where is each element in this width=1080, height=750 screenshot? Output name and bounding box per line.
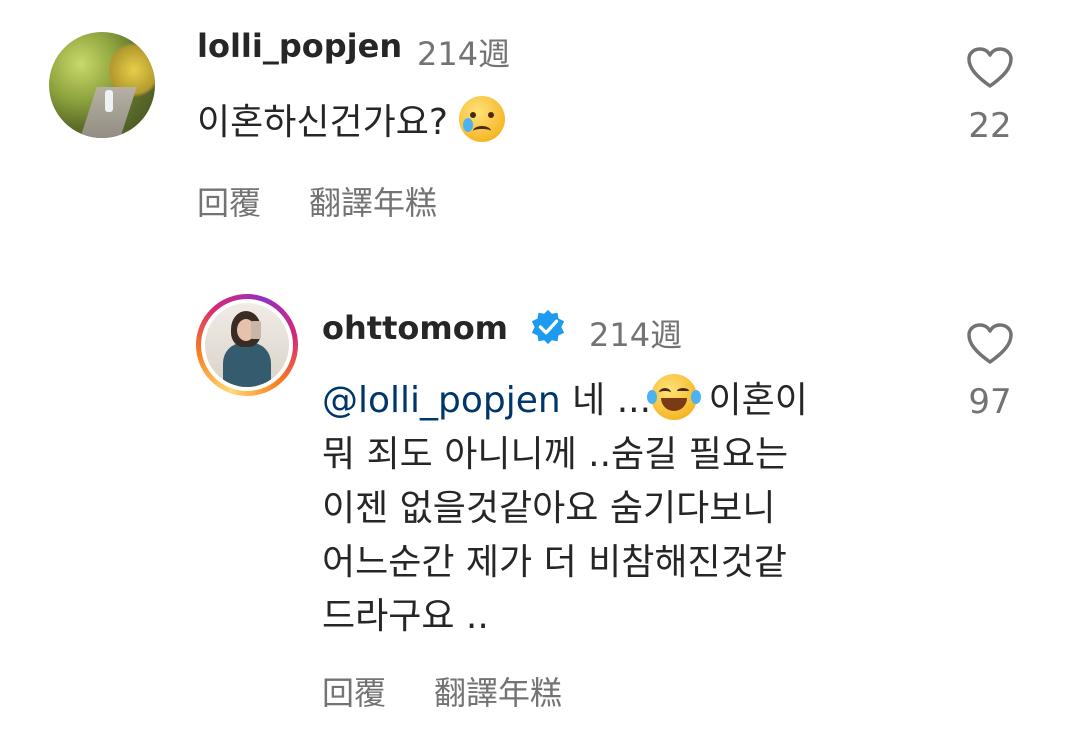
comment-line-4: 어느순간 제가 더 비참해진것같 [322, 542, 787, 583]
comment-item: lolli_popjen 214週 이혼하신건가요? 回覆 翻譯年糕 22 [0, 0, 1080, 260]
comment-text-body: 이혼하신건가요? [197, 102, 448, 143]
verified-badge-icon [532, 309, 565, 345]
username[interactable]: lolli_popjen [197, 27, 402, 65]
mention-link[interactable]: @lolli_popjen [322, 380, 561, 421]
comment-text: 이혼하신건가요? [197, 96, 506, 150]
crying-face-icon [459, 96, 506, 142]
reply-button[interactable]: 回覆 [322, 674, 386, 712]
translate-button[interactable]: 翻譯年糕 [434, 674, 562, 712]
avatar[interactable] [49, 32, 155, 138]
comment-line-1: @lolli_popjen 네 ... 이혼이 [322, 374, 922, 428]
comment-line-5: 드라구요 .. [322, 596, 489, 637]
reply-button[interactable]: 回覆 [197, 184, 261, 222]
timestamp: 214週 [417, 35, 511, 73]
avatar[interactable] [205, 303, 289, 387]
like-count: 22 [968, 106, 1012, 146]
like-heart-icon[interactable] [966, 46, 1014, 90]
comment-text-part: 이혼이 [697, 380, 808, 421]
reply-comment-item: ohttomom 214週 @lolli_popjen 네 ... 이혼이 뭐 … [0, 270, 1080, 740]
like-count: 97 [968, 382, 1012, 422]
comment-line-3: 이젠 없을것같아요 숨기다보니 [322, 488, 776, 529]
comment-text: @lolli_popjen 네 ... 이혼이 뭐 죄도 아니니께 ..숨길 필… [322, 374, 922, 644]
timestamp: 214週 [589, 316, 683, 354]
comment-actions: 回覆 翻譯年糕 [322, 668, 610, 714]
comment-line-2: 뭐 죄도 아니니께 ..숨길 필요는 [322, 434, 789, 475]
comment-actions: 回覆 翻譯年糕 [197, 178, 485, 224]
comment-text-part: 네 ... [560, 380, 652, 421]
username-row: ohttomom [322, 308, 567, 347]
tears-of-joy-icon [647, 374, 702, 420]
translate-button[interactable]: 翻譯年糕 [309, 184, 437, 222]
like-heart-icon[interactable] [966, 322, 1014, 366]
username[interactable]: ohttomom [322, 309, 508, 347]
